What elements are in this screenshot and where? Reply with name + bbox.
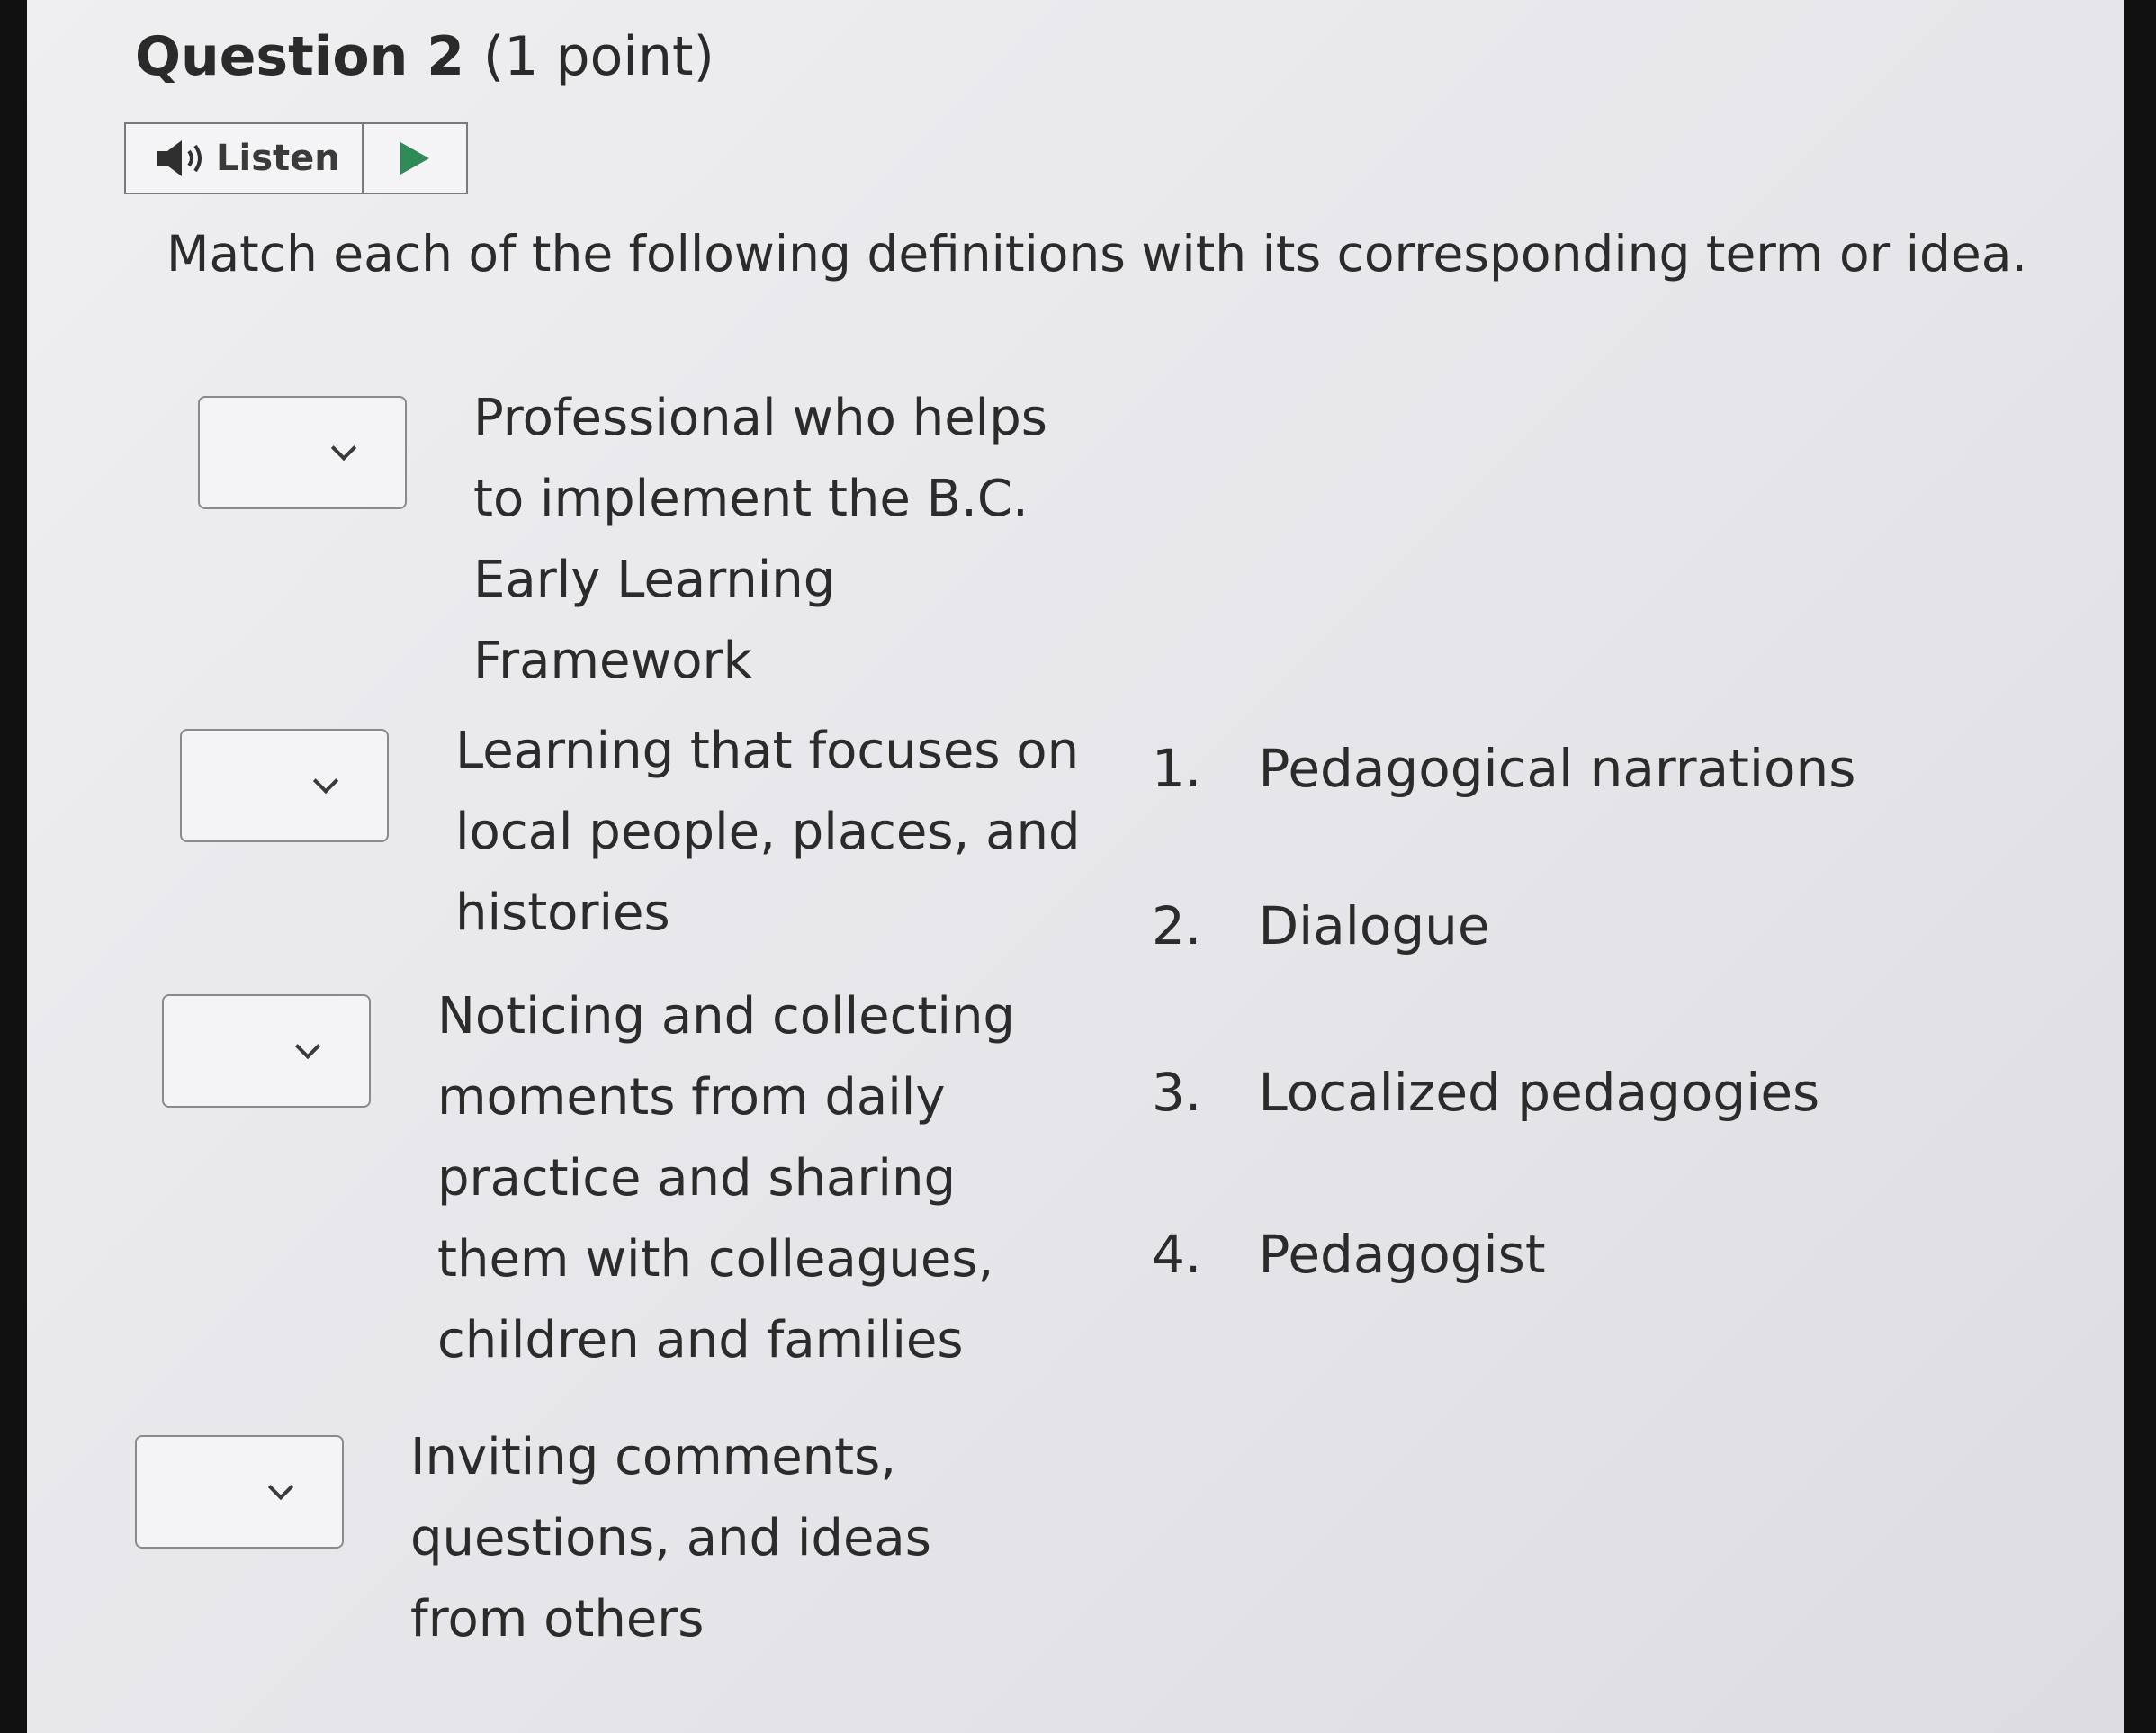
term-item: 4. Pedagogist (1152, 1224, 1546, 1285)
play-button[interactable] (364, 124, 466, 193)
term-label: Dialogue (1258, 895, 1490, 956)
term-item: 1. Pedagogical narrations (1152, 738, 1855, 799)
listen-widget: Listen (124, 122, 468, 194)
match-select-2[interactable] (180, 729, 389, 842)
term-item: 2. Dialogue (1152, 895, 1490, 956)
term-item: 3. Localized pedagogies (1152, 1062, 1819, 1123)
term-label: Pedagogical narrations (1258, 738, 1856, 799)
match-select-1[interactable] (198, 396, 407, 509)
quiz-page: Question 2 (1 point) Listen Match each o… (27, 0, 2124, 1733)
chevron-down-icon (330, 435, 357, 462)
match-select-4[interactable] (135, 1435, 344, 1549)
chevron-down-icon (294, 1033, 321, 1060)
listen-label: Listen (216, 138, 340, 179)
speaker-icon (153, 139, 209, 178)
match-row: Inviting comments, questions, and ideas … (135, 1417, 1040, 1660)
match-row: Learning that focuses on local people, p… (180, 711, 1085, 954)
question-points: (1 point) (482, 25, 714, 88)
definition-text: Learning that focuses on local people, p… (455, 722, 1081, 942)
term-number: 4. (1152, 1224, 1202, 1285)
definition-text: Noticing and collecting moments from dai… (437, 987, 1015, 1369)
match-row: Professional who helps to implement the … (198, 378, 1103, 702)
definition-text: Inviting comments, questions, and ideas … (410, 1428, 931, 1648)
term-label: Localized pedagogies (1258, 1062, 1820, 1123)
listen-button[interactable]: Listen (126, 124, 364, 193)
question-title: Question 2 (135, 25, 464, 88)
chevron-down-icon (267, 1474, 294, 1501)
match-row: Noticing and collecting moments from dai… (162, 976, 1067, 1381)
chevron-down-icon (312, 768, 339, 795)
question-header: Question 2 (1 point) (135, 25, 714, 88)
term-number: 2. (1152, 895, 1202, 956)
question-instructions: Match each of the following definitions … (166, 225, 2027, 283)
term-number: 3. (1152, 1062, 1202, 1123)
play-icon (400, 142, 429, 175)
term-number: 1. (1152, 738, 1202, 799)
term-label: Pedagogist (1258, 1224, 1546, 1285)
definition-text: Professional who helps to implement the … (473, 389, 1047, 690)
match-select-3[interactable] (162, 994, 371, 1108)
